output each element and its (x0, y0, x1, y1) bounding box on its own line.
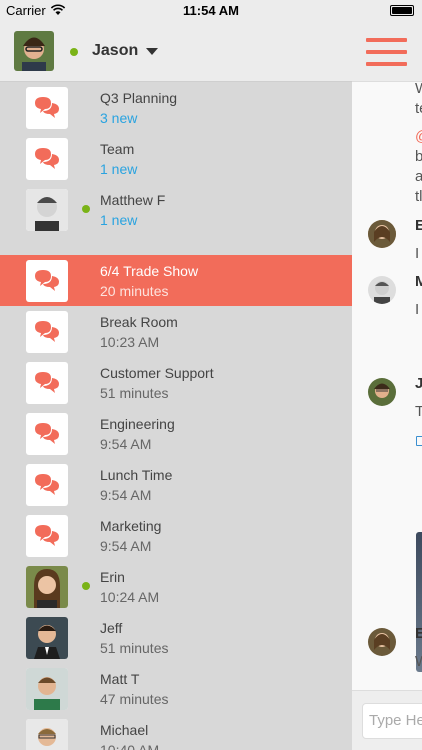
user-switcher[interactable]: Jason (0, 22, 352, 82)
channel-title: 6/4 Trade Show (100, 263, 199, 279)
channel-title: Q3 Planning (100, 90, 178, 106)
contact-avatar (26, 719, 68, 750)
channel-title: Lunch Time (100, 467, 173, 483)
channel-item-michael[interactable]: Michael 10:40 AM (0, 714, 352, 750)
online-status-dot (82, 582, 90, 590)
channel-title: Michael (100, 722, 149, 738)
channel-item-erin[interactable]: Erin 10:24 AM (0, 561, 352, 612)
sender-name-fragment: J (415, 375, 422, 392)
channel-item-team[interactable]: Team 1 new (0, 133, 352, 184)
sender-name-fragment: E (415, 625, 422, 642)
message-fragment: b (415, 148, 422, 165)
channel-title: Matt T (100, 671, 140, 687)
sender-avatar (368, 628, 396, 656)
last-activity: 10:23 AM (100, 334, 160, 350)
channel-item-marketing[interactable]: Marketing 9:54 AM (0, 510, 352, 561)
status-bar: Carrier 11:54 AM (0, 0, 422, 22)
channel-item-trade-show[interactable]: 6/4 Trade Show 20 minutes (0, 255, 352, 306)
channel-item-matthew-f[interactable]: Matthew F 1 new (0, 184, 352, 235)
channel-item-engineering[interactable]: Engineering 9:54 AM (0, 408, 352, 459)
last-activity: 51 minutes (100, 640, 169, 656)
online-status-dot (82, 205, 90, 213)
chat-bubble-icon (26, 464, 68, 506)
channel-title: Engineering (100, 416, 175, 432)
mention-fragment: @ (415, 128, 422, 145)
chat-bubble-icon (26, 413, 68, 455)
sender-avatar (368, 378, 396, 406)
message-fragment: W (415, 80, 422, 97)
channel-title: Jeff (100, 620, 123, 636)
channel-item-matt-t[interactable]: Matt T 47 minutes (0, 663, 352, 714)
last-activity: 9:54 AM (100, 538, 152, 554)
sender-name-fragment: M (415, 273, 422, 290)
sender-name-fragment: E (415, 217, 422, 234)
chat-bubble-icon (26, 362, 68, 404)
channel-drawer: Jason Q3 Planning 3 new Team 1 new Matth… (0, 22, 352, 750)
clock: 11:54 AM (183, 3, 239, 18)
chat-bubble-icon (26, 138, 68, 180)
channel-title: Erin (100, 569, 125, 585)
channel-title: Customer Support (100, 365, 214, 381)
image-attachment-preview[interactable] (416, 532, 422, 672)
message-fragment: T (415, 403, 422, 420)
channel-title: Marketing (100, 518, 162, 534)
contact-avatar (26, 566, 68, 608)
sender-avatar (368, 276, 396, 304)
message-fragment: a (415, 168, 422, 185)
chat-header (352, 22, 422, 82)
channel-item-customer-support[interactable]: Customer Support 51 minutes (0, 357, 352, 408)
image-attachment-icon[interactable] (416, 436, 422, 446)
sender-avatar (368, 220, 396, 248)
unread-count: 1 new (100, 212, 138, 228)
contact-avatar (26, 189, 68, 231)
caret-down-icon[interactable] (146, 48, 158, 55)
online-status-dot (70, 48, 78, 56)
message-fragment: I (415, 245, 420, 262)
chat-messages: W te @ b a tl E I M I J T E W (352, 80, 422, 690)
last-activity: 9:54 AM (100, 487, 152, 503)
message-input-bar: Type He (352, 690, 422, 750)
chat-bubble-icon (26, 311, 68, 353)
message-input[interactable]: Type He (362, 703, 422, 739)
channel-title: Break Room (100, 314, 178, 330)
message-fragment: I (415, 301, 420, 318)
battery-icon (390, 5, 414, 16)
chat-bubble-icon (26, 87, 68, 129)
chat-bubble-icon (26, 515, 68, 557)
channel-item-jeff[interactable]: Jeff 51 minutes (0, 612, 352, 663)
message-fragment: te (415, 100, 422, 117)
last-activity: 51 minutes (100, 385, 169, 401)
last-activity: 20 minutes (100, 283, 169, 299)
channel-item-q3-planning[interactable]: Q3 Planning 3 new (0, 82, 352, 133)
unread-count: 1 new (100, 161, 138, 177)
contact-avatar (26, 617, 68, 659)
contact-avatar (26, 668, 68, 710)
unread-count: 3 new (100, 110, 138, 126)
last-activity: 10:24 AM (100, 589, 160, 605)
channel-title: Team (100, 141, 135, 157)
chat-panel: W te @ b a tl E I M I J T E W Type He (352, 22, 422, 750)
message-fragment: tl (415, 188, 422, 205)
current-user-name[interactable]: Jason (92, 42, 138, 60)
channel-item-break-room[interactable]: Break Room 10:23 AM (0, 306, 352, 357)
message-fragment: W (415, 653, 422, 670)
chat-bubble-icon (26, 260, 68, 302)
last-activity: 10:40 AM (100, 742, 160, 750)
channel-title: Matthew F (100, 192, 166, 208)
user-avatar[interactable] (14, 31, 54, 71)
channel-item-lunch-time[interactable]: Lunch Time 9:54 AM (0, 459, 352, 510)
hamburger-menu-icon[interactable] (366, 38, 407, 66)
last-activity: 47 minutes (100, 691, 169, 707)
last-activity: 9:54 AM (100, 436, 152, 452)
